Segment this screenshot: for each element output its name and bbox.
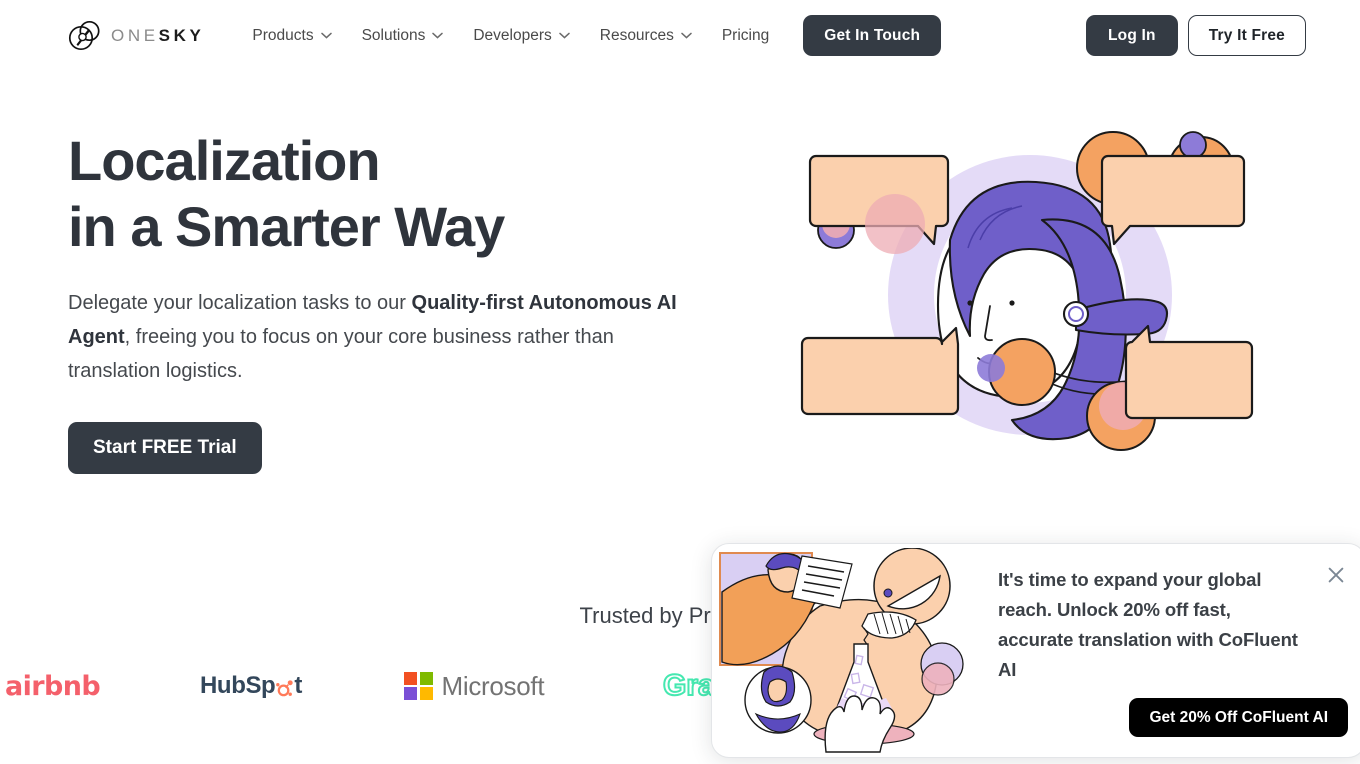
hero-sub-part1: Delegate your localization tasks to our (68, 292, 412, 314)
chevron-down-icon (320, 32, 332, 39)
logo-microsoft: Microsoft (404, 670, 545, 702)
nav-item-solutions[interactable]: Solutions (362, 27, 444, 45)
start-free-trial-button[interactable]: Start FREE Trial (68, 422, 262, 474)
promo-message: It's time to expand your global reach. U… (998, 569, 1298, 680)
site-header: ONESKY Products Solutions Developers Res… (0, 0, 1360, 71)
nav-label: Developers (473, 26, 552, 44)
onesky-logo-icon (68, 19, 102, 53)
promo-cta-button[interactable]: Get 20% Off CoFluent AI (1129, 698, 1348, 737)
chevron-down-icon (559, 32, 570, 39)
promo-illustration (712, 544, 982, 757)
logo-airbnb: airbnb (5, 670, 101, 702)
hubspot-sprocket-icon (275, 677, 294, 696)
nav-label: Solutions (361, 26, 426, 44)
chevron-down-icon (432, 32, 444, 39)
nav-item-resources[interactable]: Resources (600, 27, 692, 45)
promo-body: It's time to expand your global reach. U… (982, 544, 1360, 757)
hero-title-line1: Localization (68, 129, 381, 192)
header-actions: Log In Try It Free (1086, 15, 1306, 56)
nav-label: Products (252, 26, 314, 44)
chevron-down-icon (681, 32, 692, 39)
logo-text: ONESKY (111, 26, 204, 46)
hero-sub-part2: , freeing you to focus on your core busi… (68, 326, 614, 382)
logo-grab: Gra (662, 668, 716, 703)
microsoft-squares-icon (404, 671, 433, 701)
promo-popup: It's time to expand your global reach. U… (711, 543, 1360, 758)
hero-subtitle: Delegate your localization tasks to our … (68, 286, 693, 388)
get-in-touch-button[interactable]: Get In Touch (803, 15, 942, 56)
page-title: Localization in a Smarter Way (68, 128, 718, 260)
hero-illustration (790, 120, 1270, 480)
log-in-button[interactable]: Log In (1086, 15, 1178, 56)
logo[interactable]: ONESKY (68, 19, 204, 53)
hero-title-line2: in a Smarter Way (68, 195, 505, 258)
try-it-free-button[interactable]: Try It Free (1187, 15, 1306, 56)
nav-item-pricing[interactable]: Pricing (722, 27, 769, 45)
hero-content: Localization in a Smarter Way Delegate y… (68, 128, 718, 474)
logo-hubspot: HubSp t (200, 672, 302, 700)
hubspot-text-b: t (294, 672, 302, 699)
microsoft-wordmark: Microsoft (441, 670, 545, 701)
page-root: ONESKY Products Solutions Developers Res… (0, 0, 1360, 764)
logo-text-one: ONE (111, 25, 159, 45)
nav-item-products[interactable]: Products (252, 26, 332, 45)
nav-label: Pricing (721, 26, 770, 44)
nav-label: Resources (599, 26, 674, 44)
close-icon[interactable] (1323, 562, 1349, 588)
primary-nav: Products Solutions Developers Resources (252, 27, 769, 45)
hubspot-text-a: HubSp (200, 672, 276, 699)
logo-text-sky: SKY (158, 25, 205, 45)
nav-item-developers[interactable]: Developers (473, 26, 570, 45)
